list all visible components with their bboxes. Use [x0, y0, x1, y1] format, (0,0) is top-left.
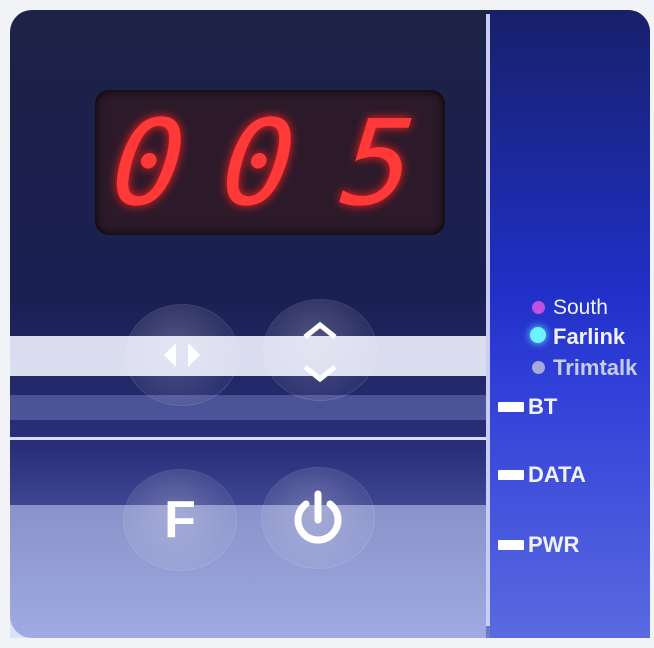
- vertical-divider: [486, 14, 490, 626]
- south-indicator-dot: [532, 301, 545, 314]
- bt-led: [498, 402, 524, 412]
- light-glare-2: [10, 395, 486, 420]
- farlink-indicator-dot: [530, 327, 546, 343]
- trimtalk-label: Trimtalk: [553, 355, 638, 380]
- horizontal-divider: [10, 437, 486, 440]
- light-glare-3: [10, 505, 486, 638]
- trimtalk-indicator-dot: [532, 361, 545, 374]
- left-right-arrows-icon: [164, 343, 200, 367]
- left-right-button[interactable]: [126, 305, 238, 405]
- power-button[interactable]: [262, 468, 374, 568]
- light-glare: [10, 336, 486, 376]
- farlink-label: Farlink: [553, 324, 626, 349]
- function-button[interactable]: F: [124, 470, 236, 570]
- power-icon: [294, 490, 342, 544]
- up-down-button[interactable]: [264, 300, 376, 400]
- up-down-arrows-icon: [303, 321, 337, 383]
- pwr-label: PWR: [528, 532, 580, 557]
- data-label: DATA: [528, 462, 586, 487]
- seven-segment-display: 0 0 5: [95, 90, 445, 235]
- device-front: 0 0 5 F South Farlink Trimtalk BT DATA P…: [0, 0, 654, 648]
- pwr-led: [498, 540, 524, 550]
- display-digit-1: 0: [105, 94, 192, 232]
- bt-label: BT: [528, 394, 558, 419]
- data-led: [498, 470, 524, 480]
- display-digit-2: 0: [215, 94, 302, 232]
- display-digit-3: 5: [335, 94, 422, 232]
- function-button-label: F: [164, 491, 196, 549]
- south-label: South: [553, 296, 608, 319]
